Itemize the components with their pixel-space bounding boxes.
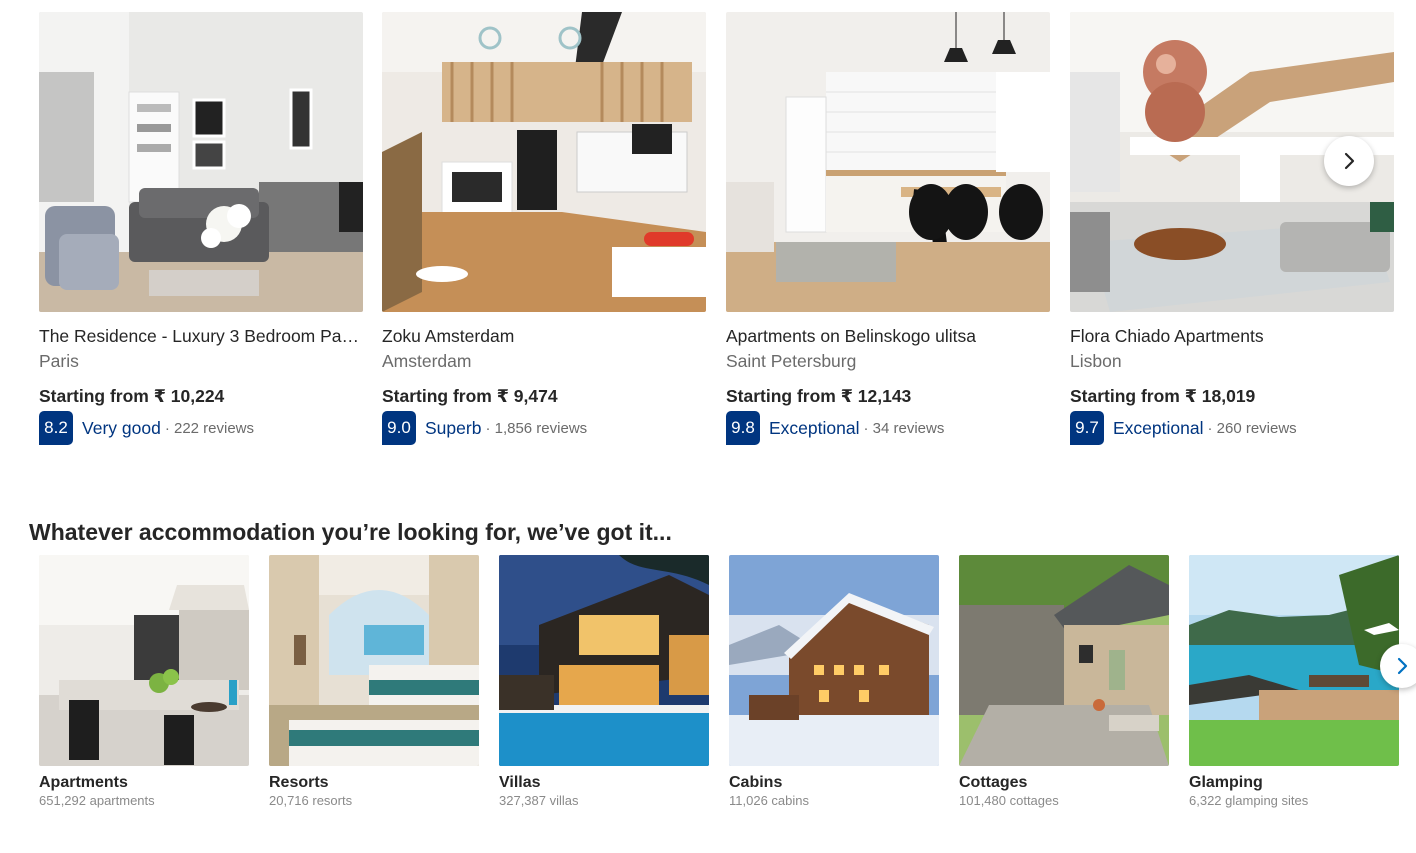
hotel-price: Starting from ₹ 12,143	[726, 386, 912, 406]
accommodation-photo[interactable]	[39, 555, 249, 766]
accommodation-type-count: 327,387 villas	[499, 793, 579, 808]
accommodation-type-card[interactable]: Villas 327,387 villas	[499, 555, 709, 809]
hotel-name[interactable]: Flora Chiado Apartments	[1070, 325, 1394, 347]
hotel-photo[interactable]	[382, 12, 706, 312]
accommodation-type-name[interactable]: Resorts	[269, 774, 479, 792]
accommodation-type-card[interactable]: Glamping 6,322 glamping sites	[1189, 555, 1399, 809]
carousel-next-button[interactable]	[1380, 644, 1416, 688]
hotel-card[interactable]: Zoku Amsterdam Amsterdam Starting from ₹…	[382, 12, 706, 445]
rating-row: 8.2 Very good · 222 reviews	[39, 411, 363, 445]
hotel-price: Starting from ₹ 9,474	[382, 386, 558, 406]
carousel-next-button[interactable]	[1324, 136, 1374, 186]
hotel-city: Saint Petersburg	[726, 351, 857, 371]
section-title: Whatever accommodation you’re looking fo…	[29, 519, 672, 545]
accommodation-type-card[interactable]: Resorts 20,716 resorts	[269, 555, 479, 809]
hotel-city: Amsterdam	[382, 351, 472, 371]
accommodation-type-count: 20,716 resorts	[269, 793, 353, 808]
hotel-price: Starting from ₹ 18,019	[1070, 386, 1256, 406]
review-score-badge: 9.8	[726, 411, 760, 445]
review-count: · 34 reviews	[863, 419, 945, 437]
accommodation-photo[interactable]	[499, 555, 709, 766]
rating-row: 9.8 Exceptional · 34 reviews	[726, 411, 1050, 445]
featured-homes-carousel: The Residence - Luxury 3 Bedroom Paris..…	[39, 12, 1399, 452]
accommodation-type-name[interactable]: Apartments	[39, 774, 249, 792]
review-score-badge: 8.2	[39, 411, 73, 445]
chevron-right-icon	[1397, 657, 1408, 675]
rating-row: 9.7 Exceptional · 260 reviews	[1070, 411, 1394, 445]
hotel-name[interactable]: Apartments on Belinskogo ulitsa	[726, 325, 1050, 347]
rating-row: 9.0 Superb · 1,856 reviews	[382, 411, 706, 445]
hotel-card[interactable]: The Residence - Luxury 3 Bedroom Paris..…	[39, 12, 363, 445]
rating-word: Exceptional	[769, 417, 860, 438]
hotel-name[interactable]: The Residence - Luxury 3 Bedroom Paris..…	[39, 325, 363, 347]
hotel-card[interactable]: Apartments on Belinskogo ulitsa Saint Pe…	[726, 12, 1050, 445]
accommodation-photo[interactable]	[729, 555, 939, 766]
hotel-name[interactable]: Zoku Amsterdam	[382, 325, 706, 347]
review-count: · 260 reviews	[1207, 419, 1297, 437]
hotel-photo[interactable]	[39, 12, 363, 312]
accommodation-type-name[interactable]: Cottages	[959, 774, 1169, 792]
accommodation-type-card[interactable]: Cottages 101,480 cottages	[959, 555, 1169, 809]
accommodation-photo[interactable]	[1189, 555, 1399, 766]
accommodation-photo[interactable]	[269, 555, 479, 766]
rating-word: Very good	[82, 417, 161, 438]
chevron-right-icon	[1344, 152, 1355, 170]
review-count: · 1,856 reviews	[485, 419, 588, 437]
review-score-badge: 9.0	[382, 411, 416, 445]
accommodation-photo[interactable]	[959, 555, 1169, 766]
accommodation-type-card[interactable]: Apartments 651,292 apartments	[39, 555, 249, 809]
accommodation-type-name[interactable]: Villas	[499, 774, 709, 792]
accommodation-type-count: 11,026 cabins	[729, 793, 809, 808]
hotel-photo[interactable]	[726, 12, 1050, 312]
hotel-city: Lisbon	[1070, 351, 1122, 371]
accommodation-types-carousel: Apartments 651,292 apartments Resorts 20…	[39, 555, 1416, 815]
review-score-badge: 9.7	[1070, 411, 1104, 445]
accommodation-type-count: 651,292 apartments	[39, 793, 155, 808]
accommodation-type-count: 101,480 cottages	[959, 793, 1059, 808]
review-count: · 222 reviews	[164, 419, 255, 437]
accommodation-type-card[interactable]: Cabins 11,026 cabins	[729, 555, 939, 809]
hotel-price: Starting from ₹ 10,224	[39, 386, 225, 406]
accommodation-type-name[interactable]: Cabins	[729, 774, 939, 792]
accommodation-type-count: 6,322 glamping sites	[1189, 793, 1309, 808]
rating-word: Superb	[425, 417, 482, 438]
rating-word: Exceptional	[1113, 417, 1204, 438]
hotel-card[interactable]: Flora Chiado Apartments Lisbon Starting …	[1070, 12, 1394, 445]
hotel-city: Paris	[39, 351, 79, 371]
accommodation-type-name[interactable]: Glamping	[1189, 774, 1399, 792]
